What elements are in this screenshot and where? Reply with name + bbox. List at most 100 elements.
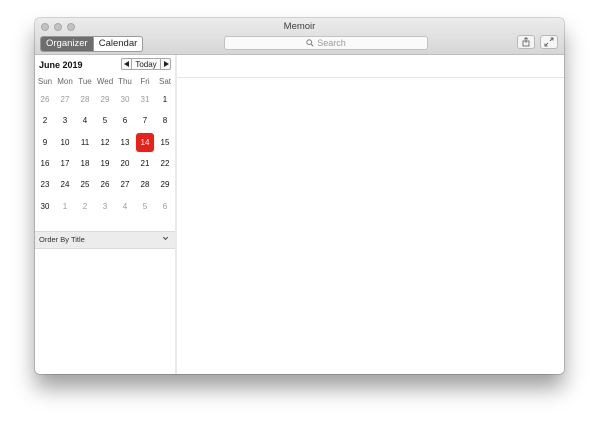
calendar-day[interactable]: 9 — [35, 132, 55, 153]
day-number: 27 — [60, 95, 70, 105]
day-number: 3 — [102, 201, 108, 211]
main-content — [177, 55, 564, 374]
order-by-selector[interactable]: Order By Title — [35, 231, 175, 249]
triangle-left-icon — [123, 61, 129, 67]
window-title: Memoir — [283, 21, 316, 32]
triangle-right-icon — [163, 61, 169, 67]
calendar-day[interactable]: 4 — [75, 110, 95, 131]
calendar-day[interactable]: 21 — [135, 153, 155, 174]
calendar-day[interactable]: 6 — [115, 110, 135, 131]
day-number: 26 — [40, 95, 50, 105]
day-number: 15 — [160, 137, 170, 147]
calendar-day[interactable]: 12 — [95, 132, 115, 153]
calendar-week-row: 9 10 11 12 13 14 15 — [35, 132, 175, 153]
calendar-day[interactable]: 31 — [135, 89, 155, 110]
app-window: Memoir Organizer Calendar Search June 20… — [35, 18, 564, 374]
tab-calendar[interactable]: Calendar — [92, 37, 143, 51]
view-switcher: Organizer Calendar — [40, 36, 144, 52]
calendar-week-row: 23 24 25 26 27 28 29 — [35, 174, 175, 195]
share-button[interactable] — [517, 35, 535, 49]
calendar-day[interactable]: 6 — [155, 196, 175, 217]
calendar-day[interactable]: 4 — [115, 196, 135, 217]
today-button[interactable]: Today — [132, 58, 160, 70]
next-month-button[interactable] — [160, 58, 171, 70]
sidebar: June 2019 Today Sun Mon Tue Wed Thu Fri … — [35, 55, 177, 374]
calendar-day[interactable]: 13 — [115, 132, 135, 153]
calendar-day[interactable]: 7 — [135, 110, 155, 131]
prev-month-button[interactable] — [121, 58, 132, 70]
day-number: 30 — [40, 201, 50, 211]
fullscreen-button[interactable] — [540, 35, 558, 49]
calendar-day[interactable]: 27 — [115, 174, 135, 195]
calendar-day[interactable]: 18 — [75, 153, 95, 174]
fullscreen-icon — [544, 37, 554, 47]
calendar-day[interactable]: 22 — [155, 153, 175, 174]
calendar-day[interactable]: 10 — [55, 132, 75, 153]
titlebar: Memoir Organizer Calendar Search — [35, 18, 564, 55]
calendar-day[interactable]: 28 — [135, 174, 155, 195]
calendar-day[interactable]: 5 — [95, 110, 115, 131]
day-number: 28 — [140, 180, 150, 190]
calendar-day[interactable]: 19 — [95, 153, 115, 174]
weekday-label: Sun — [37, 77, 53, 86]
calendar-day[interactable]: 3 — [55, 110, 75, 131]
calendar-day[interactable]: 1 — [55, 196, 75, 217]
day-number: 2 — [42, 116, 48, 126]
day-number: 28 — [80, 95, 90, 105]
search-placeholder: Search — [317, 38, 346, 48]
search-icon — [306, 39, 314, 47]
calendar-day[interactable]: 2 — [35, 110, 55, 131]
calendar-day[interactable]: 5 — [135, 196, 155, 217]
calendar-week-row: 30 1 2 3 4 5 6 — [35, 195, 175, 216]
day-number: 31 — [140, 95, 150, 105]
calendar-day[interactable]: 8 — [155, 110, 175, 131]
share-icon — [522, 37, 530, 47]
day-number: 18 — [80, 159, 90, 169]
month-title: June 2019 — [39, 60, 83, 70]
day-number: 29 — [160, 180, 170, 190]
search-field[interactable]: Search — [224, 36, 428, 50]
day-number: 5 — [142, 201, 148, 211]
calendar-day[interactable]: 29 — [95, 89, 115, 110]
day-number: 9 — [42, 137, 48, 147]
calendar-day[interactable]: 29 — [155, 174, 175, 195]
day-number: 22 — [160, 159, 170, 169]
day-number: 16 — [40, 159, 50, 169]
calendar-day-selected[interactable]: 14 — [135, 132, 155, 153]
calendar-day[interactable]: 30 — [115, 89, 135, 110]
calendar-day[interactable]: 23 — [35, 174, 55, 195]
calendar-week-row: 16 17 18 19 20 21 22 — [35, 153, 175, 174]
weekday-label: Sat — [158, 77, 171, 86]
day-number: 3 — [62, 116, 68, 126]
calendar-day[interactable]: 16 — [35, 153, 55, 174]
calendar-day[interactable]: 27 — [55, 89, 75, 110]
calendar-day[interactable]: 26 — [95, 174, 115, 195]
day-number: 7 — [142, 116, 148, 126]
calendar-day[interactable]: 3 — [95, 196, 115, 217]
day-number: 29 — [100, 95, 110, 105]
tab-organizer[interactable]: Organizer — [41, 37, 93, 51]
calendar-day[interactable]: 17 — [55, 153, 75, 174]
day-number: 1 — [62, 201, 68, 211]
weekday-header: Sun Mon Tue Wed Thu Fri Sat — [35, 77, 175, 89]
day-number: 13 — [120, 137, 130, 147]
day-number: 19 — [100, 159, 110, 169]
calendar-day[interactable]: 24 — [55, 174, 75, 195]
calendar-day[interactable]: 1 — [155, 89, 175, 110]
calendar-day[interactable]: 11 — [75, 132, 95, 153]
calendar-day[interactable]: 30 — [35, 196, 55, 217]
calendar-day[interactable]: 2 — [75, 196, 95, 217]
day-number: 8 — [162, 116, 168, 126]
day-number: 2 — [82, 201, 88, 211]
calendar-day[interactable]: 26 — [35, 89, 55, 110]
day-number: 4 — [122, 201, 128, 211]
day-number: 6 — [162, 201, 168, 211]
calendar-day[interactable]: 25 — [75, 174, 95, 195]
weekday-label: Thu — [118, 77, 132, 86]
day-number: 27 — [120, 180, 130, 190]
calendar-day[interactable]: 15 — [155, 132, 175, 153]
calendar-day[interactable]: 20 — [115, 153, 135, 174]
calendar-day[interactable]: 28 — [75, 89, 95, 110]
day-number: 20 — [120, 159, 130, 169]
day-number: 14 — [140, 137, 150, 147]
